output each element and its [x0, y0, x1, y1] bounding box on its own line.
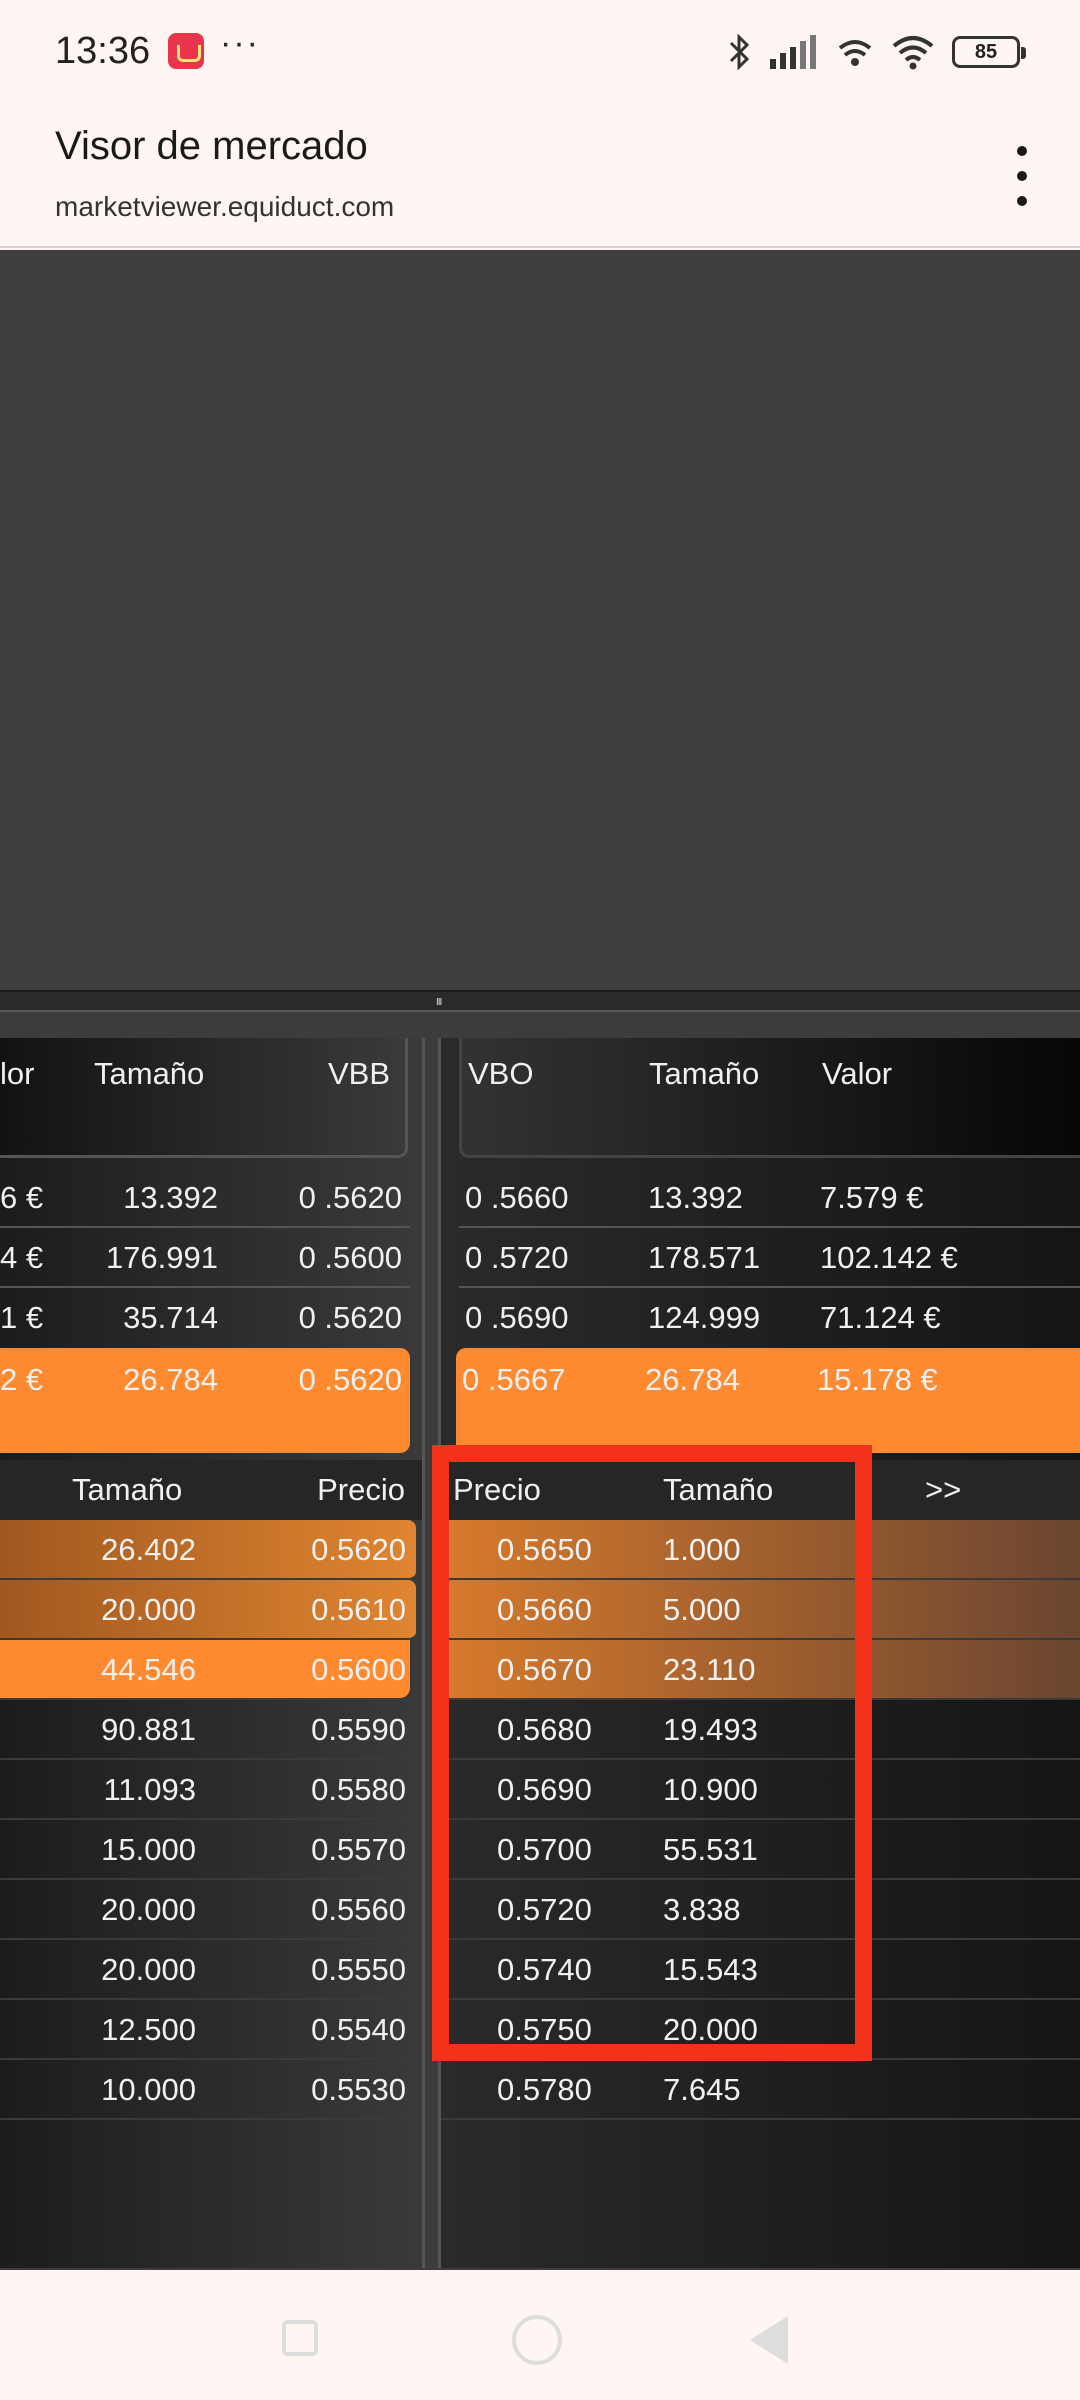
- wifi-icon: [892, 36, 934, 70]
- bid-depth-row[interactable]: 12.500 0.5540: [0, 2000, 420, 2060]
- cell-precio: 0.5540: [311, 2012, 406, 2047]
- ask-depth-row[interactable]: 0.5780 7.645: [441, 2060, 1080, 2120]
- cell-tamano: 7.645: [663, 2072, 741, 2107]
- cell-tamano: 26.402: [101, 1532, 196, 1567]
- ask-quote-header: VBO Tamaño Valor: [459, 1038, 1080, 1158]
- more-notifications-icon: ···: [220, 24, 260, 62]
- cell-precio: 0.5570: [311, 1832, 406, 1867]
- bid-depth-row[interactable]: 10.000 0.5530: [0, 2060, 420, 2120]
- column-header-valor: lor: [0, 1056, 35, 1091]
- cell-vbo: 0 .5660: [465, 1180, 569, 1215]
- more-columns-button[interactable]: >>: [925, 1472, 961, 1508]
- custom-tab-header: Visor de mercado marketviewer.equiduct.c…: [0, 106, 1080, 248]
- cell-precio: 0.5780: [497, 2072, 592, 2107]
- bid-quote-header: lor Tamaño VBB: [0, 1038, 408, 1158]
- bluetooth-icon: [729, 33, 750, 71]
- bid-depth-row[interactable]: 90.881 0.5590: [0, 1700, 420, 1760]
- cell-tamano: 15.000: [101, 1832, 196, 1867]
- cell-tamano: 12.500: [101, 2012, 196, 2047]
- bid-depth-row[interactable]: 20.000 0.5560: [0, 1880, 420, 1940]
- bid-depth-row[interactable]: 26.402 0.5620: [0, 1520, 416, 1580]
- bid-quote-row-highlighted[interactable]: 2 € 26.784 0 .5620: [0, 1348, 410, 1453]
- cell-valor: 15.178 €: [817, 1362, 938, 1397]
- bid-depth-header: Tamaño Precio: [0, 1460, 422, 1520]
- cell-tamano: 35.714: [123, 1300, 218, 1335]
- cell-precio: 0.5580: [311, 1772, 406, 1807]
- cell-tamano: 90.881: [101, 1712, 196, 1747]
- hotspot-icon: [838, 40, 872, 66]
- cell-tamano: 20.000: [101, 1952, 196, 1987]
- status-time: 13:36: [55, 30, 151, 72]
- cell-tamano: 13.392: [648, 1180, 743, 1215]
- column-header-tamano: Tamaño: [94, 1056, 205, 1091]
- home-button[interactable]: [512, 2315, 562, 2365]
- cell-precio: 0.5590: [311, 1712, 406, 1747]
- bid-depth-row[interactable]: 44.546 0.5600: [0, 1640, 420, 1700]
- cell-vbo: 0 .5667: [462, 1362, 566, 1397]
- cell-valor: 1 €: [0, 1300, 44, 1335]
- cell-precio: 0.5550: [311, 1952, 406, 1987]
- cell-precio: 0.5560: [311, 1892, 406, 1927]
- cell-tamano: 20.000: [101, 1592, 196, 1627]
- shopping-bag-icon: [168, 33, 204, 69]
- panel-splitter[interactable]: III: [0, 990, 1080, 1012]
- chart-area: [0, 250, 1080, 990]
- cell-valor: 102.142 €: [820, 1240, 958, 1275]
- system-nav-bar: [0, 2270, 1080, 2400]
- ask-quote-row-highlighted[interactable]: 0 .5667 26.784 15.178 €: [456, 1348, 1080, 1453]
- page-title: Visor de mercado: [55, 124, 368, 168]
- bid-quote-row[interactable]: 4 € 176.991 0 .5600: [0, 1228, 410, 1288]
- cell-tamano: 13.392: [123, 1180, 218, 1215]
- cell-tamano: 26.784: [123, 1362, 218, 1397]
- cell-vbo: 0 .5690: [465, 1300, 569, 1335]
- bid-depth-row[interactable]: 11.093 0.5580: [0, 1760, 420, 1820]
- cell-precio: 0.5620: [311, 1532, 406, 1567]
- cell-vbb: 0 .5620: [298, 1362, 402, 1397]
- bid-depth-row[interactable]: 20.000 0.5610: [0, 1580, 416, 1640]
- cell-valor: 6 €: [0, 1180, 44, 1215]
- cell-tamano: 176.991: [105, 1240, 218, 1275]
- cell-tamano: 26.784: [645, 1362, 740, 1397]
- cell-vbb: 0 .5620: [298, 1180, 402, 1215]
- status-icons: 85: [728, 32, 1026, 72]
- battery-icon: 85: [952, 36, 1026, 68]
- bid-quote-row[interactable]: 6 € 13.392 0 .5620: [0, 1168, 410, 1228]
- cell-tamano: 20.000: [101, 1892, 196, 1927]
- cell-tamano: 11.093: [103, 1772, 196, 1807]
- cell-valor: 2 €: [0, 1362, 44, 1397]
- cell-valor: 4 €: [0, 1240, 44, 1275]
- bid-depth-row[interactable]: 20.000 0.5550: [0, 1940, 420, 2000]
- column-header-vbb: VBB: [327, 1056, 390, 1091]
- cell-precio: 0.5530: [311, 2072, 406, 2107]
- recents-button[interactable]: [282, 2320, 318, 2356]
- cell-tamano: 178.571: [648, 1240, 761, 1275]
- column-header-precio: Precio: [317, 1472, 405, 1507]
- bid-quote-row[interactable]: 1 € 35.714 0 .5620: [0, 1288, 410, 1348]
- cell-vbb: 0 .5600: [298, 1240, 402, 1275]
- ask-quote-row[interactable]: 0 .5720 178.571 102.142 €: [459, 1228, 1080, 1288]
- column-header-tamano: Tamaño: [649, 1056, 760, 1091]
- page-url: marketviewer.equiduct.com: [55, 191, 395, 222]
- column-header-vbo: VBO: [468, 1056, 534, 1091]
- ask-quote-row[interactable]: 0 .5690 124.999 71.124 €: [459, 1288, 1080, 1348]
- overflow-menu-button[interactable]: [1004, 146, 1040, 206]
- ask-quote-row[interactable]: 0 .5660 13.392 7.579 €: [459, 1168, 1080, 1228]
- cell-vbb: 0 .5620: [298, 1300, 402, 1335]
- cell-tamano: 44.546: [101, 1652, 196, 1687]
- column-header-valor: Valor: [822, 1056, 893, 1091]
- cell-tamano: 10.000: [101, 2072, 196, 2107]
- bid-depth-row[interactable]: 15.000 0.5570: [0, 1820, 420, 1880]
- cell-precio: 0.5610: [311, 1592, 406, 1627]
- column-header-tamano: Tamaño: [72, 1472, 183, 1507]
- annotation-highlight-box: [432, 1445, 872, 2061]
- cell-valor: 71.124 €: [820, 1300, 941, 1335]
- status-bar: 13:36 ··· 85: [0, 0, 1080, 106]
- splitter-grip-icon: III: [436, 997, 442, 1008]
- back-button[interactable]: [750, 2316, 788, 2364]
- cell-vbo: 0 .5720: [465, 1240, 569, 1275]
- cell-precio: 0.5600: [311, 1652, 406, 1687]
- signal-icon: [770, 35, 816, 69]
- cell-valor: 7.579 €: [820, 1180, 924, 1215]
- cell-tamano: 124.999: [648, 1300, 761, 1335]
